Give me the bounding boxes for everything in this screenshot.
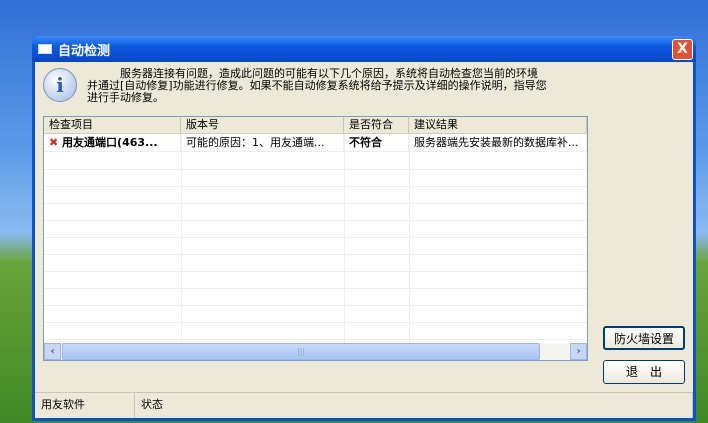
cell-item: 用友通端口(463... <box>62 136 158 149</box>
scroll-thumb[interactable]: ||| <box>62 343 540 360</box>
column-header-item[interactable]: 检查项目 <box>44 117 181 133</box>
column-header-match[interactable]: 是否符合 <box>344 117 409 133</box>
check-results-list[interactable]: 检查项目 版本号 是否符合 建议结果 ✖ 用友通端口(463... 可能的原因：… <box>43 116 588 361</box>
cell-match: 不符合 <box>344 134 409 151</box>
title-bar[interactable]: 自动检测 X <box>32 36 696 62</box>
status-right: 状态 <box>135 393 693 418</box>
status-bar: 用友软件 状态 <box>35 392 693 418</box>
column-header-advice[interactable]: 建议结果 <box>409 117 587 133</box>
empty-grid <box>44 153 587 343</box>
scroll-right-icon[interactable]: › <box>570 343 587 360</box>
firewall-settings-button[interactable]: 防火墙设置 <box>603 326 685 350</box>
error-x-icon: ✖ <box>49 136 63 149</box>
message-text: 服务器连接有问题，造成此问题的可能有以下几个原因，系统将自动检查您当前的环境并通… <box>87 67 547 104</box>
cell-advice: 服务器端先安装最新的数据库补... <box>409 134 587 151</box>
auto-check-dialog: 自动检测 X i 服务器连接有问题，造成此问题的可能有以下几个原因，系统将自动检… <box>32 36 696 421</box>
window-icon <box>38 44 52 54</box>
close-button[interactable]: X <box>672 39 693 60</box>
exit-button[interactable]: 退 出 <box>603 360 685 384</box>
column-header-version[interactable]: 版本号 <box>181 117 344 133</box>
info-icon: i <box>43 68 77 102</box>
window-title: 自动检测 <box>58 43 111 59</box>
status-left: 用友软件 <box>35 393 135 418</box>
cell-version: 可能的原因：1、用友通端... <box>181 134 344 151</box>
scroll-left-icon[interactable]: ‹ <box>44 343 61 360</box>
table-row[interactable]: ✖ 用友通端口(463... 可能的原因：1、用友通端... 不符合 服务器端先… <box>44 134 587 152</box>
horizontal-scrollbar[interactable]: ‹ ||| › <box>44 343 587 360</box>
